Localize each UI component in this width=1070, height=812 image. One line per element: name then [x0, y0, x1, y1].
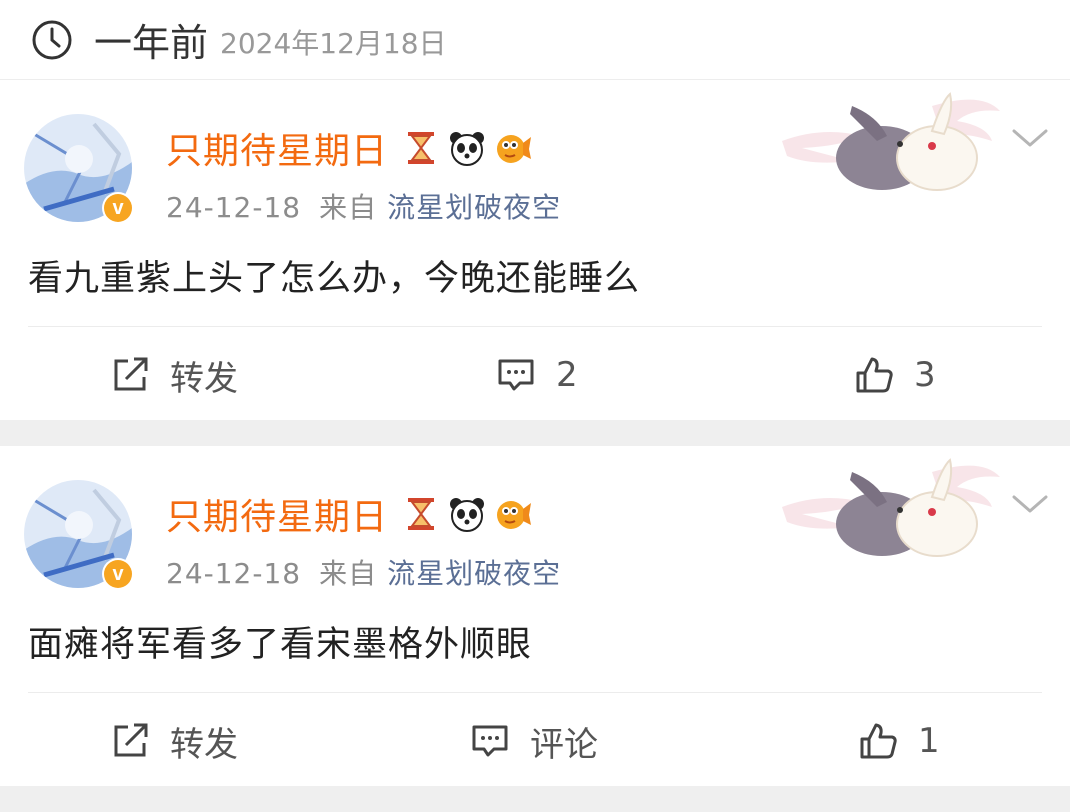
- hourglass-icon: [408, 498, 435, 530]
- absolute-date: 2024年12月18日: [220, 26, 447, 60]
- time-header: 一年前 2024年12月18日: [0, 0, 1070, 80]
- repost-label: 转发: [170, 724, 238, 765]
- panda-icon: [450, 132, 485, 166]
- panda-icon: [450, 498, 485, 532]
- comment-icon: [498, 359, 534, 391]
- comment-count: 2: [556, 355, 578, 395]
- post-card[interactable]: v 只期待星期日 24-12-18 来自 流星划破夜空: [0, 80, 1070, 420]
- like-button[interactable]: 1: [858, 716, 940, 766]
- post-meta: 24-12-18 来自 流星划破夜空: [166, 552, 561, 592]
- like-button[interactable]: 3: [854, 350, 936, 400]
- comment-icon: [472, 725, 508, 757]
- from-label: 来自: [319, 191, 378, 224]
- post-content[interactable]: 看九重紫上头了怎么办，今晚还能睡么: [28, 250, 640, 301]
- divider: [28, 692, 1042, 693]
- verified-badge-icon: v: [102, 558, 134, 590]
- avatar[interactable]: v: [24, 480, 134, 590]
- section-gap: [0, 786, 1070, 812]
- clock-icon: [32, 20, 72, 59]
- username[interactable]: 只期待星期日: [166, 122, 388, 174]
- pufferfish-icon: [497, 135, 532, 163]
- rabbits-decoration: [782, 92, 1000, 191]
- like-icon: [856, 357, 893, 393]
- avatar[interactable]: v: [24, 114, 134, 224]
- post-date: 24-12-18: [166, 557, 302, 590]
- chevron-down-icon[interactable]: [1010, 126, 1050, 150]
- section-gap: [0, 420, 1070, 446]
- divider: [28, 326, 1042, 327]
- repost-button[interactable]: 转发: [110, 350, 238, 400]
- hourglass-icon: [408, 132, 435, 164]
- username[interactable]: 只期待星期日: [166, 488, 388, 540]
- repost-icon: [114, 723, 148, 757]
- like-count: 1: [918, 721, 940, 761]
- post-date: 24-12-18: [166, 191, 302, 224]
- verified-badge-icon: v: [102, 192, 134, 224]
- post-meta: 24-12-18 来自 流星划破夜空: [166, 186, 561, 226]
- chevron-down-icon[interactable]: [1010, 492, 1050, 516]
- repost-button[interactable]: 转发: [110, 716, 238, 766]
- from-label: 来自: [319, 557, 378, 590]
- relative-time: 一年前: [94, 21, 209, 65]
- post-card[interactable]: v 只期待星期日 24-12-18 来自 流星划破夜空: [0, 446, 1070, 786]
- comment-button[interactable]: 2: [496, 350, 578, 400]
- pufferfish-icon: [497, 501, 532, 529]
- rabbits-decoration: [782, 458, 1000, 557]
- comment-button[interactable]: 评论: [470, 716, 598, 766]
- repost-label: 转发: [170, 358, 238, 399]
- post-source[interactable]: 流星划破夜空: [387, 557, 561, 590]
- like-count: 3: [914, 355, 936, 395]
- post-content[interactable]: 面瘫将军看多了看宋墨格外顺眼: [28, 616, 532, 667]
- post-source[interactable]: 流星划破夜空: [387, 191, 561, 224]
- like-icon: [860, 723, 897, 759]
- comment-label: 评论: [530, 724, 598, 765]
- repost-icon: [114, 357, 148, 391]
